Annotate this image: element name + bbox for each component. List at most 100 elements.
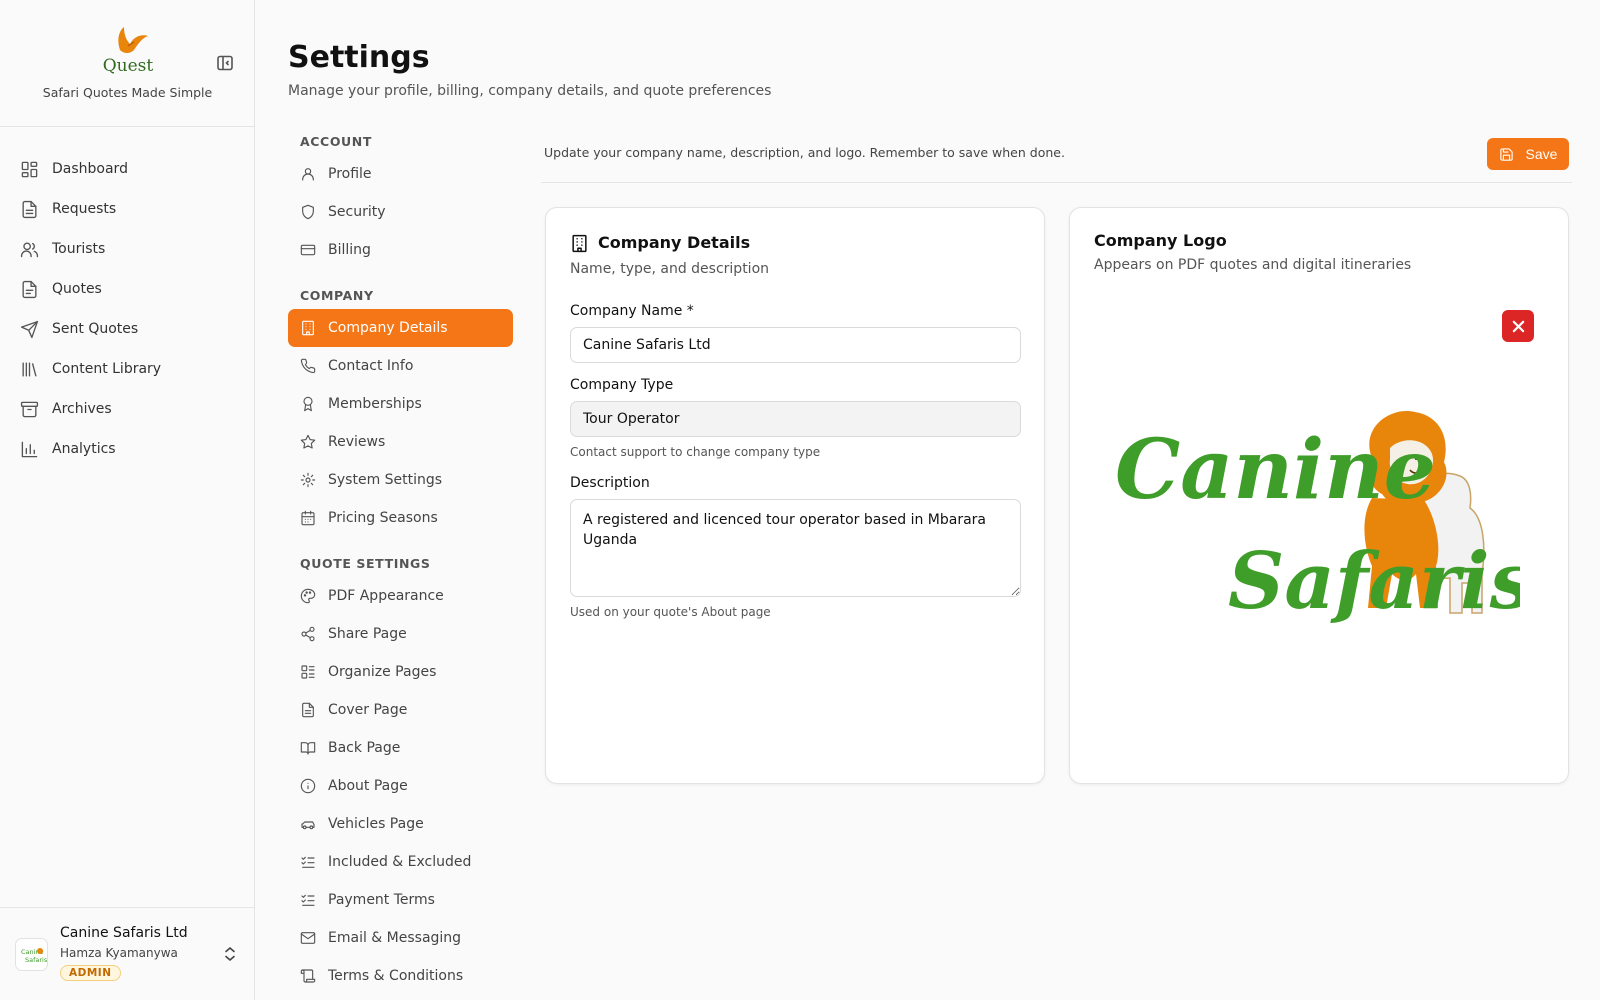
company-type-help: Contact support to change company type — [570, 445, 821, 459]
nav-item-label: Requests — [52, 201, 117, 217]
nav-item-content-library[interactable]: Content Library — [0, 349, 254, 389]
nav-item-analytics[interactable]: Analytics — [0, 429, 254, 469]
book-open-icon — [300, 742, 316, 755]
settings-item-label: Back Page — [328, 740, 401, 756]
nav-item-tourists[interactable]: Tourists — [0, 229, 254, 269]
settings-item-label: About Page — [328, 778, 408, 794]
save-icon — [1499, 147, 1513, 161]
settings-item-vehicles-page[interactable]: Vehicles Page — [288, 805, 513, 843]
company-type-label: Company Type — [570, 377, 674, 393]
svg-text:Safaris: Safaris — [1228, 536, 1520, 627]
settings-item-label: Security — [328, 204, 386, 220]
settings-item-profile[interactable]: Profile — [288, 155, 513, 193]
settings-item-company-details[interactable]: Company Details — [288, 309, 513, 347]
settings-item-contact-info[interactable]: Contact Info — [288, 347, 513, 385]
nav-item-label: Archives — [52, 401, 112, 417]
settings-item-reviews[interactable]: Reviews — [288, 423, 513, 461]
brand: Quest Safari Quotes Made Simple — [0, 0, 254, 127]
dashboard-icon — [21, 161, 38, 177]
page-title: Settings — [288, 40, 430, 75]
description-label: Description — [570, 475, 650, 491]
settings-item-label: Payment Terms — [328, 892, 435, 908]
nav-item-label: Analytics — [52, 441, 116, 457]
settings-item-payment-terms[interactable]: Payment Terms — [288, 881, 513, 919]
company-name-label: Company Name * — [570, 303, 694, 319]
users-icon — [20, 241, 39, 257]
credit-card-icon — [300, 244, 316, 256]
settings-section-heading: COMPANY — [300, 288, 374, 303]
settings-item-about-page[interactable]: About Page — [288, 767, 513, 805]
nav-item-requests[interactable]: Requests — [0, 189, 254, 229]
divider — [541, 182, 1572, 183]
settings-item-pricing-seasons[interactable]: Pricing Seasons — [288, 499, 513, 537]
settings-item-email-messaging[interactable]: Email & Messaging — [288, 919, 513, 957]
card-title: Company Details — [598, 233, 751, 252]
layout-list-icon — [301, 665, 315, 679]
settings-item-label: Vehicles Page — [328, 816, 424, 832]
settings-item-label: System Settings — [328, 472, 443, 488]
company-logo-image: Canine Safaris — [1115, 411, 1520, 627]
share-icon — [301, 626, 315, 642]
close-icon — [1512, 320, 1524, 332]
settings-item-organize-pages[interactable]: Organize Pages — [288, 653, 513, 691]
description-textarea[interactable]: A registered and licenced tour operator … — [570, 499, 1021, 597]
file-text-icon — [22, 280, 37, 298]
svg-text:Quest: Quest — [103, 56, 154, 76]
settings-item-billing[interactable]: Billing — [288, 231, 513, 269]
nav-item-archives[interactable]: Archives — [0, 389, 254, 429]
mail-icon — [300, 932, 316, 944]
settings-item-system-settings[interactable]: System Settings — [288, 461, 513, 499]
settings-item-label: Billing — [328, 242, 371, 258]
settings-section-heading: QUOTE SETTINGS — [300, 556, 431, 571]
building-icon — [302, 320, 314, 336]
settings-item-memberships[interactable]: Memberships — [288, 385, 513, 423]
sidebar-collapse-icon[interactable] — [216, 54, 234, 72]
settings-nav: ACCOUNT Profile Security Billing COMPANY… — [288, 125, 513, 995]
settings-item-label: Reviews — [328, 434, 386, 450]
nav-item-label: Tourists — [52, 241, 106, 257]
settings-item-share-page[interactable]: Share Page — [288, 615, 513, 653]
settings-item-label: Profile — [328, 166, 372, 182]
phone-icon — [300, 358, 316, 374]
page-subtitle: Manage your profile, billing, company de… — [288, 83, 772, 99]
company-details-card: Company Details Name, type, and descript… — [545, 207, 1045, 784]
settings-item-terms-conditions[interactable]: Terms & Conditions — [288, 957, 513, 995]
save-button[interactable]: Save — [1487, 138, 1569, 170]
nav-item-label: Sent Quotes — [52, 321, 139, 337]
award-icon — [303, 396, 313, 412]
settings-item-label: Pricing Seasons — [328, 510, 438, 526]
card-subtitle: Appears on PDF quotes and digital itiner… — [1094, 257, 1412, 273]
settings-item-security[interactable]: Security — [288, 193, 513, 231]
settings-item-label: Terms & Conditions — [328, 968, 464, 984]
svg-text:Canine: Canine — [1115, 422, 1436, 518]
company-logo-card: Company Logo Appears on PDF quotes and d… — [1069, 207, 1569, 784]
list-checks-icon — [301, 856, 315, 868]
nav-item-quotes[interactable]: Quotes — [0, 269, 254, 309]
shield-icon — [302, 204, 314, 220]
settings-item-label: Email & Messaging — [328, 930, 462, 946]
nav-item-sent-quotes[interactable]: Sent Quotes — [0, 309, 254, 349]
company-name-input[interactable] — [570, 327, 1021, 363]
company-avatar: Canine Safaris — [15, 938, 48, 971]
car-icon — [301, 821, 315, 830]
settings-item-included-excluded[interactable]: Included & Excluded — [288, 843, 513, 881]
settings-item-pdf-appearance[interactable]: PDF Appearance — [288, 577, 513, 615]
calendar-icon — [301, 510, 315, 526]
archive-icon — [20, 401, 39, 417]
brand-tagline: Safari Quotes Made Simple — [42, 85, 213, 100]
remove-logo-button[interactable] — [1502, 310, 1534, 342]
card-subtitle: Name, type, and description — [570, 261, 770, 277]
scroll-icon — [300, 969, 316, 983]
settings-item-back-page[interactable]: Back Page — [288, 729, 513, 767]
settings-item-label: Cover Page — [328, 702, 408, 718]
chevrons-up-down-icon[interactable] — [222, 945, 238, 963]
user-account-switcher[interactable]: Canine Safaris Canine Safaris Ltd Hamza … — [0, 907, 255, 1000]
settings-item-label: Contact Info — [328, 358, 414, 374]
settings-item-cover-page[interactable]: Cover Page — [288, 691, 513, 729]
nav-item-dashboard[interactable]: Dashboard — [0, 149, 254, 189]
settings-item-label: Memberships — [328, 396, 422, 412]
user-name: Hamza Kyamanywa — [60, 946, 178, 960]
settings-section-heading: ACCOUNT — [300, 134, 372, 149]
nav-item-label: Quotes — [52, 281, 102, 297]
main-nav: Dashboard Requests Tourists Quotes Sent … — [0, 127, 254, 469]
